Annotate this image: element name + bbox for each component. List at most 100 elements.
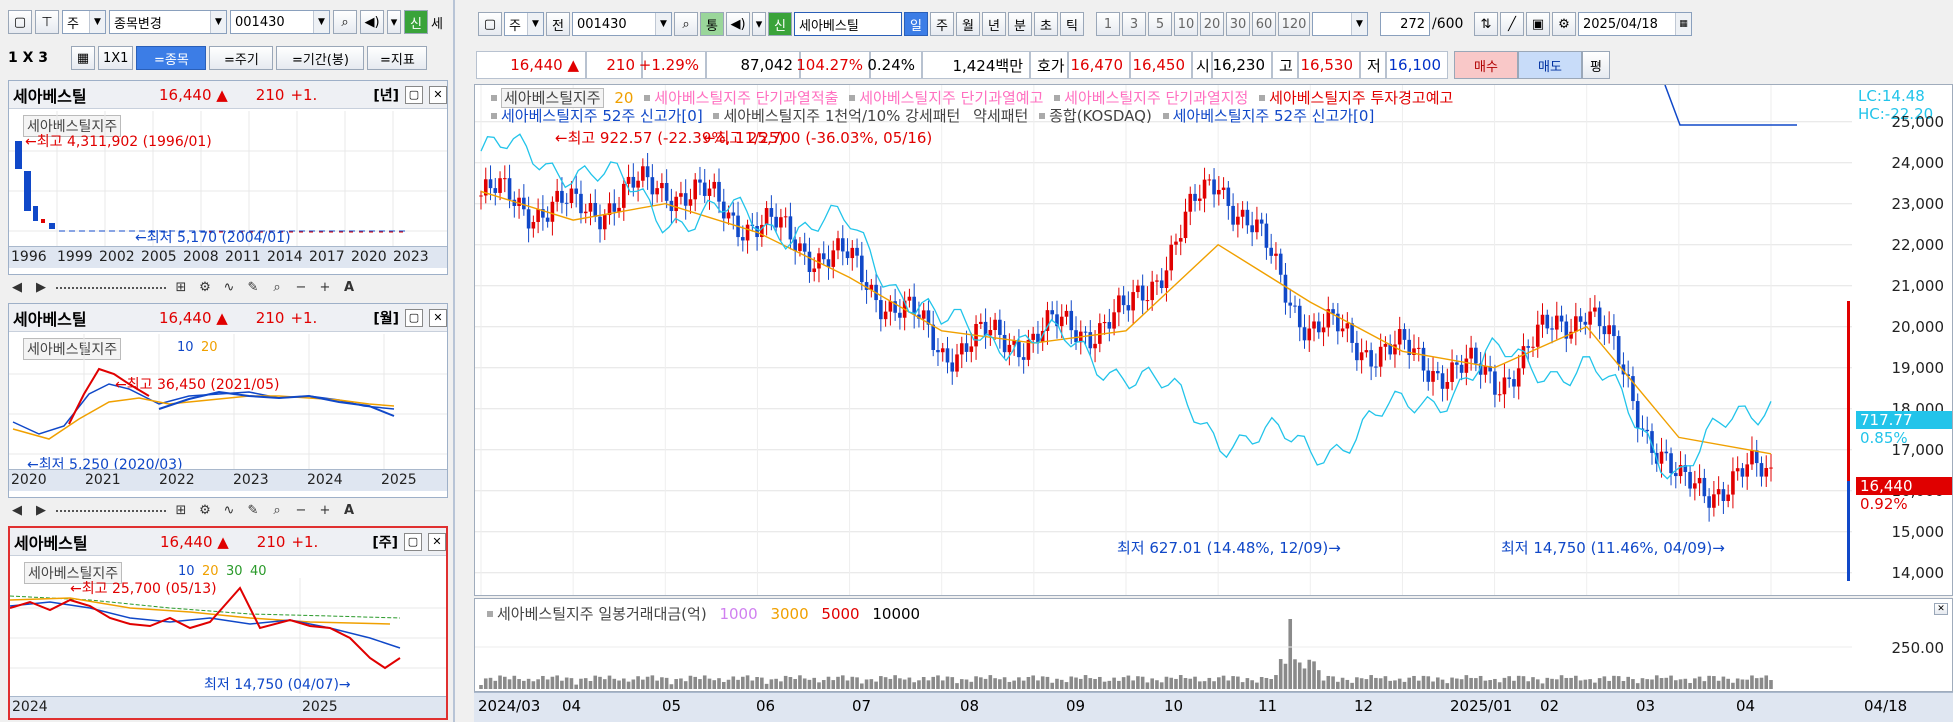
- text-icon[interactable]: A: [340, 278, 358, 296]
- restore-icon[interactable]: ▢: [405, 85, 423, 104]
- period-week[interactable]: 주: [930, 12, 954, 36]
- indicator-icon[interactable]: ∿: [220, 278, 238, 296]
- volume-bar: [698, 679, 702, 689]
- chart-panel-yearly[interactable]: 세아베스틸 16,440 ▲ 210 +1. [년] ▢ ✕ 세아베스틸지주 ←…: [8, 80, 448, 275]
- candle-body: [1535, 324, 1540, 347]
- candle-body: [660, 183, 664, 189]
- window-icon[interactable]: ▢: [8, 10, 32, 34]
- period-tick[interactable]: 틱: [1060, 12, 1084, 36]
- grid-icon[interactable]: ▦: [71, 46, 95, 70]
- chevron-down-icon[interactable]: ▾: [752, 12, 766, 36]
- minus-icon[interactable]: −: [292, 278, 310, 296]
- draw-icon[interactable]: ✎: [244, 501, 262, 519]
- zoom-slider[interactable]: [56, 508, 166, 512]
- close-icon[interactable]: ✕: [1934, 603, 1948, 615]
- scroll-left-icon[interactable]: ◀: [8, 501, 26, 519]
- period-day[interactable]: 일: [904, 12, 928, 36]
- buy-button[interactable]: 매수: [1454, 51, 1518, 79]
- panel-period: [월]: [373, 310, 399, 327]
- volume-pane[interactable]: 세아베스틸지주 일봉거래대금(억) 1000 3000 5000 10000: [474, 598, 1854, 692]
- price-chart-area[interactable]: 세아베스틸지주 20 세아베스틸지주 단기과열적출 세아베스틸지주 단기과열예고…: [474, 84, 1854, 596]
- new-button[interactable]: 신: [768, 12, 792, 36]
- interval-20[interactable]: 20: [1200, 12, 1224, 36]
- volume-bar: [1426, 676, 1431, 689]
- period-year[interactable]: 년: [982, 12, 1006, 36]
- chevron-down-icon[interactable]: ▾: [387, 10, 401, 34]
- close-icon[interactable]: ✕: [429, 85, 447, 104]
- window-icon[interactable]: ▢: [478, 12, 502, 36]
- minus-icon[interactable]: −: [292, 501, 310, 519]
- plus-icon[interactable]: +: [316, 278, 334, 296]
- gear-icon[interactable]: ⚙: [1552, 12, 1576, 36]
- text-icon[interactable]: A: [340, 501, 358, 519]
- save-icon[interactable]: ▣: [1526, 12, 1550, 36]
- restore-icon[interactable]: ▢: [405, 308, 423, 327]
- volume-bar: [1455, 678, 1459, 689]
- interval-3[interactable]: 3: [1122, 12, 1146, 36]
- sell-button[interactable]: 매도: [1518, 51, 1582, 79]
- compare-icon[interactable]: ⇅: [1474, 12, 1498, 36]
- volume-bar: [479, 685, 483, 689]
- volume-bar: [1069, 676, 1074, 689]
- indicator-icon[interactable]: ∿: [220, 501, 238, 519]
- gear-icon[interactable]: ⚙: [196, 501, 214, 519]
- interval-5[interactable]: 5: [1148, 12, 1172, 36]
- main-code-input[interactable]: 001430 ▼: [572, 12, 672, 36]
- volume-bar: [1269, 679, 1273, 689]
- interval-30[interactable]: 30: [1226, 12, 1250, 36]
- zoom-icon[interactable]: ⌕: [268, 278, 286, 296]
- tab-period[interactable]: =주기: [209, 46, 274, 70]
- main-type-select[interactable]: 주 ▼: [504, 12, 544, 36]
- candle-body: [1673, 473, 1678, 477]
- period-second[interactable]: 초: [1034, 12, 1058, 36]
- table-icon[interactable]: ⊞: [172, 278, 190, 296]
- table-icon[interactable]: ⊞: [172, 501, 190, 519]
- volume-bar: [945, 676, 950, 689]
- interval-10[interactable]: 10: [1174, 12, 1198, 36]
- one-by-one-button[interactable]: 1X1: [98, 46, 134, 70]
- chart-panel-weekly[interactable]: 세아베스틸 16,440 ▲ 210 +1. [주] ▢ ✕ 세아베스틸지주 1…: [8, 526, 448, 720]
- search-icon[interactable]: ⌕: [674, 12, 698, 36]
- close-icon[interactable]: ✕: [428, 532, 446, 551]
- zoom-icon[interactable]: ⌕: [268, 501, 286, 519]
- tab-stock[interactable]: =종목: [136, 46, 207, 70]
- gear-icon[interactable]: ⚙: [196, 278, 214, 296]
- tab-indicator[interactable]: =지표: [367, 46, 428, 70]
- period-minute[interactable]: 분: [1008, 12, 1032, 36]
- scroll-right-icon[interactable]: ▶: [32, 278, 50, 296]
- chart-panel-monthly[interactable]: 세아베스틸 16,440 ▲ 210 +1. [월] ▢ ✕ 세아베스틸지주 1…: [8, 303, 448, 498]
- interval-120[interactable]: 120: [1278, 12, 1310, 36]
- volume-bar: [1112, 677, 1116, 689]
- tong-button[interactable]: 통: [700, 12, 724, 36]
- close-icon[interactable]: ✕: [429, 308, 447, 327]
- date-input[interactable]: 2025/04/18 ▦: [1578, 12, 1692, 36]
- speaker-icon[interactable]: ◀): [360, 10, 384, 34]
- candle-body: [1164, 270, 1169, 288]
- search-icon[interactable]: ⌕: [333, 10, 357, 34]
- volume-bar: [1707, 675, 1711, 689]
- pin-icon[interactable]: ⊤: [35, 10, 59, 34]
- new-button[interactable]: 신: [404, 10, 428, 34]
- avg-button[interactable]: 평: [1582, 51, 1610, 79]
- tab-range[interactable]: =기간(봉): [276, 46, 365, 70]
- scroll-left-icon[interactable]: ◀: [8, 278, 26, 296]
- scroll-right-icon[interactable]: ▶: [32, 501, 50, 519]
- draw-icon[interactable]: ✎: [244, 278, 262, 296]
- bar-count-input[interactable]: 272: [1380, 12, 1430, 36]
- main-stock-name[interactable]: 세아베스틸: [794, 12, 902, 36]
- restore-icon[interactable]: ▢: [404, 532, 422, 551]
- left-type-select[interactable]: 주 ▼: [62, 10, 106, 34]
- left-stock-select[interactable]: 종목변경 ▼: [109, 10, 227, 34]
- interval-1[interactable]: 1: [1096, 12, 1120, 36]
- plus-icon[interactable]: +: [316, 501, 334, 519]
- candle-body: [1050, 310, 1055, 315]
- prev-button[interactable]: 전: [546, 12, 570, 36]
- interval-60[interactable]: 60: [1252, 12, 1276, 36]
- interval-custom-select[interactable]: ▼: [1312, 12, 1368, 36]
- speaker-icon[interactable]: ◀): [726, 12, 750, 36]
- volume-bar: [741, 676, 745, 689]
- line-icon[interactable]: ╱: [1500, 12, 1524, 36]
- zoom-slider[interactable]: [56, 285, 166, 289]
- period-month[interactable]: 월: [956, 12, 980, 36]
- left-code-input[interactable]: 001430 ▼: [230, 10, 330, 34]
